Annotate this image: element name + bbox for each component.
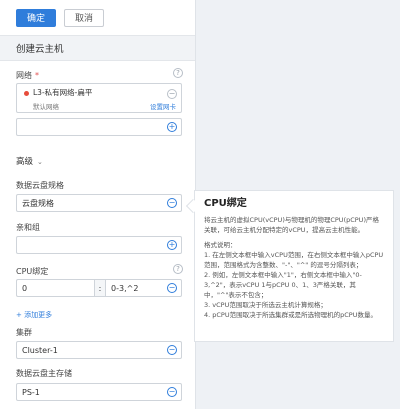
pcpu-range-input[interactable]: 0-3,^2 − xyxy=(106,279,182,297)
remove-network-icon[interactable]: − xyxy=(167,89,177,99)
cpu-pinning-label: CPU绑定 xyxy=(16,267,49,276)
remove-cluster-icon[interactable]: − xyxy=(167,345,177,355)
network-status-dot xyxy=(24,91,29,96)
selected-network-card: L3-私有网络-扁平 默认网络 设置网卡 − xyxy=(16,83,182,113)
affinity-group-field[interactable]: + xyxy=(16,236,182,254)
tooltip-line-1: 1. 在左侧文本框中输入vCPU范围，在右侧文本框中输入pCPU范围，范围格式为… xyxy=(204,251,384,269)
cluster-label: 集群 xyxy=(16,328,32,337)
create-vm-panel: 确定 取消 创建云主机 网络 * ? L3-私有网络-扁平 默认网络 设置网卡 −… xyxy=(0,0,196,409)
tooltip-line-4: 4. pCPU范围取决于所选集群或是所选物理机的pCPU数量。 xyxy=(204,311,377,319)
default-network-text: 默认网络 xyxy=(33,103,59,111)
cpu-pinning-help-icon[interactable]: ? xyxy=(173,264,183,274)
set-nic-link[interactable]: 设置网卡 xyxy=(150,101,176,111)
add-network-icon[interactable]: + xyxy=(167,122,177,132)
chevron-down-icon: ⌄ xyxy=(37,158,43,166)
remove-cpu-pinning-icon[interactable]: − xyxy=(167,283,177,293)
tooltip-title: CPU绑定 xyxy=(204,198,247,209)
tooltip-line-3: 3. vCPU范围取决于所选云主机计算规格； xyxy=(204,301,327,309)
data-disk-offering-field[interactable]: 云盘规格 − xyxy=(16,194,182,212)
advanced-toggle[interactable]: 高级 ⌄ xyxy=(16,155,43,167)
cpu-pinning-row: 0 : 0-3,^2 − xyxy=(16,279,182,297)
tooltip-intro: 将云主机的虚拟CPU(vCPU)与物理机的物理CPU(pCPU)严格关联，可给云… xyxy=(204,216,379,234)
section-title: 创建云主机 xyxy=(0,36,195,61)
network-label-text: 网络 xyxy=(16,71,32,80)
network-add-input[interactable]: + xyxy=(16,118,182,136)
data-disk-storage-field[interactable]: PS-1 − xyxy=(16,383,182,401)
required-mark: * xyxy=(35,71,39,80)
data-disk-offering-label: 数据云盘规格 xyxy=(16,181,64,190)
affinity-group-label: 亲和组 xyxy=(16,223,40,232)
tooltip-line-2: 2. 例如，左侧文本框中输入"1"，右侧文本框中输入"0-3,^2"，表示vCP… xyxy=(204,271,362,299)
add-affinity-group-icon[interactable]: + xyxy=(167,240,177,250)
remove-data-disk-storage-icon[interactable]: − xyxy=(167,387,177,397)
pcpu-range-value: 0-3,^2 xyxy=(111,283,139,293)
cpu-range-separator: : xyxy=(94,279,106,297)
data-disk-storage-value: PS-1 xyxy=(22,387,40,397)
cluster-value: Cluster-1 xyxy=(22,345,58,355)
network-label: 网络 * xyxy=(16,70,39,81)
action-toolbar: 确定 取消 xyxy=(0,0,195,36)
data-disk-offering-value: 云盘规格 xyxy=(22,198,54,208)
data-disk-storage-label: 数据云盘主存储 xyxy=(16,369,72,378)
remove-data-disk-offering-icon[interactable]: − xyxy=(167,198,177,208)
add-more-link[interactable]: + 添加更多 xyxy=(16,310,52,320)
cancel-button[interactable]: 取消 xyxy=(64,8,104,27)
cluster-field[interactable]: Cluster-1 − xyxy=(16,341,182,359)
network-name: L3-私有网络-扁平 xyxy=(33,88,93,97)
vcpu-range-input[interactable]: 0 xyxy=(16,279,94,297)
tooltip-format-heading: 格式说明： xyxy=(204,241,237,249)
confirm-button[interactable]: 确定 xyxy=(16,8,56,27)
cpu-pinning-tooltip: CPU绑定 将云主机的虚拟CPU(vCPU)与物理机的物理CPU(pCPU)严格… xyxy=(194,190,394,342)
advanced-label: 高级 xyxy=(16,157,34,167)
network-help-icon[interactable]: ? xyxy=(173,68,183,78)
